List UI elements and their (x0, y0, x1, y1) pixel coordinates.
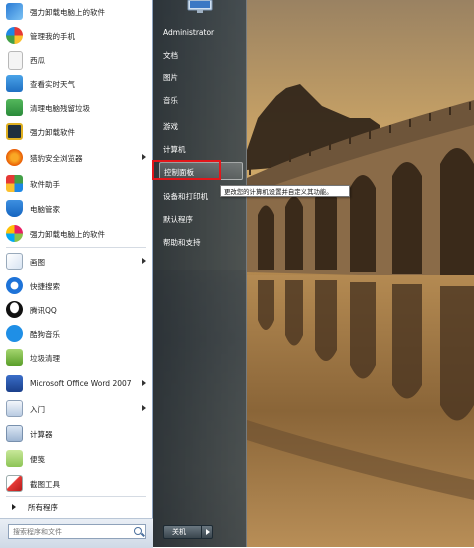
place-label: Administrator (163, 28, 215, 37)
menu-item-label: 强力卸载电脑上的软件 (30, 230, 105, 239)
place-documents[interactable]: 文档 (159, 46, 243, 64)
place-label: 默认程序 (163, 215, 193, 224)
menu-item-label: 便笺 (30, 455, 45, 464)
weather-icon (6, 75, 23, 92)
cleanup-icon (6, 99, 23, 116)
menu-item-label: 强力卸载电脑上的软件 (30, 8, 105, 17)
menu-item-label: 快捷搜索 (30, 282, 60, 291)
menu-item-label: 管理我的手机 (30, 32, 75, 41)
place-music[interactable]: 音乐 (159, 91, 243, 109)
menu-item-uninstall-software-2[interactable]: 强力卸载电脑上的软件 (2, 222, 150, 246)
menu-item-trash-cleanup[interactable]: 垃圾清理 (2, 346, 150, 370)
uninstall-icon (6, 225, 23, 242)
uninstall-icon (6, 3, 23, 20)
menu-item-quick-search[interactable]: 快捷搜索 (2, 274, 150, 298)
snipping-tool-icon (6, 475, 23, 492)
place-label: 游戏 (163, 122, 178, 131)
paint-icon (6, 253, 23, 270)
annotation-highlight-box (152, 160, 221, 180)
place-label: 音乐 (163, 96, 178, 105)
menu-item-cheetah-browser[interactable]: 猎豹安全浏览器 (2, 146, 150, 170)
control-panel-tooltip: 更改您的计算机设置并自定义其功能。 (220, 185, 350, 197)
search-bar (0, 518, 153, 548)
cheetah-browser-icon (6, 149, 23, 166)
document-icon (8, 51, 23, 70)
menu-item-software-helper[interactable]: 软件助手 (2, 172, 150, 196)
menu-item-label: 猎豹安全浏览器 (30, 154, 83, 163)
search-input[interactable] (8, 524, 146, 539)
pc-manager-icon (6, 200, 23, 217)
menu-item-label: Microsoft Office Word 2007 (30, 379, 132, 388)
trash-cleanup-icon (6, 349, 23, 366)
start-menu-places-pane: Administrator 文档 图片 音乐 游戏 计算机 控制面板 设备和打印… (153, 0, 247, 547)
menu-item-label: 电脑管家 (30, 205, 60, 214)
submenu-arrow-icon (142, 380, 146, 386)
phone-manager-icon (6, 27, 23, 44)
software-helper-icon (6, 175, 23, 192)
menu-item-qq[interactable]: 腾讯QQ (2, 298, 150, 322)
sticky-notes-icon (6, 450, 23, 467)
start-menu-programs-pane: 强力卸载电脑上的软件 管理我的手机 西瓜 查看实时天气 清理电脑残留垃圾 强力卸… (0, 0, 153, 548)
place-label: 文档 (163, 51, 178, 60)
submenu-arrow-icon (142, 154, 146, 160)
all-programs-label: 所有程序 (28, 503, 58, 512)
menu-item-xigua[interactable]: 西瓜 (2, 48, 150, 72)
menu-item-paint[interactable]: 画图 (2, 250, 150, 274)
place-games[interactable]: 游戏 (159, 117, 243, 135)
place-label: 图片 (163, 73, 178, 82)
submenu-arrow-icon (142, 405, 146, 411)
menu-item-uninstall-software[interactable]: 强力卸载电脑上的软件 (2, 0, 150, 24)
shutdown-label: 关机 (172, 528, 186, 536)
menu-item-label: 入门 (30, 405, 45, 414)
menu-item-label: 强力卸载软件 (30, 128, 75, 137)
place-label: 计算机 (163, 145, 186, 154)
calculator-icon (6, 425, 23, 442)
place-help-support[interactable]: 帮助和支持 (159, 233, 243, 251)
place-default-programs[interactable]: 默认程序 (159, 210, 243, 228)
quick-search-icon (6, 277, 23, 294)
menu-item-label: 酷狗音乐 (30, 330, 60, 339)
place-label: 帮助和支持 (163, 238, 201, 247)
menu-item-clean-junk[interactable]: 清理电脑残留垃圾 (2, 96, 150, 120)
menu-item-label: 计算器 (30, 430, 53, 439)
uninstall-shield-icon (6, 123, 23, 140)
place-computer[interactable]: 计算机 (159, 140, 243, 158)
menu-separator (6, 247, 146, 248)
menu-item-label: 垃圾清理 (30, 354, 60, 363)
menu-item-getting-started[interactable]: 入门 (2, 397, 150, 421)
menu-item-sticky-notes[interactable]: 便笺 (2, 447, 150, 471)
menu-item-snipping-tool[interactable]: 截图工具 (2, 472, 150, 496)
menu-item-calculator[interactable]: 计算器 (2, 422, 150, 446)
expand-arrow-icon (12, 504, 16, 510)
menu-item-label: 查看实时天气 (30, 80, 75, 89)
all-programs-button[interactable]: 所有程序 (2, 499, 150, 515)
menu-item-label: 腾讯QQ (30, 306, 57, 315)
menu-item-label: 清理电脑残留垃圾 (30, 104, 90, 113)
qq-icon (6, 301, 23, 318)
menu-item-label: 西瓜 (30, 56, 45, 65)
menu-item-pc-manager[interactable]: 电脑管家 (2, 197, 150, 221)
user-account-link[interactable]: Administrator (159, 24, 243, 42)
submenu-arrow-icon (142, 258, 146, 264)
menu-item-uninstall-tool[interactable]: 强力卸载软件 (2, 120, 150, 144)
getting-started-icon (6, 400, 23, 417)
kugou-icon (6, 325, 23, 342)
shutdown-options-arrow-icon[interactable] (201, 525, 214, 539)
menu-item-weather[interactable]: 查看实时天气 (2, 72, 150, 96)
menu-separator (6, 496, 146, 497)
menu-item-label: 截图工具 (30, 480, 60, 489)
menu-item-label: 软件助手 (30, 180, 60, 189)
user-picture-icon (187, 0, 213, 13)
menu-item-word-2007[interactable]: Microsoft Office Word 2007 (2, 372, 150, 396)
search-icon[interactable] (134, 527, 142, 535)
menu-item-manage-phone[interactable]: 管理我的手机 (2, 24, 150, 48)
menu-item-label: 画图 (30, 258, 45, 267)
place-pictures[interactable]: 图片 (159, 68, 243, 86)
menu-item-kugou[interactable]: 酷狗音乐 (2, 322, 150, 346)
word-icon (6, 375, 23, 392)
place-label: 设备和打印机 (163, 192, 208, 201)
